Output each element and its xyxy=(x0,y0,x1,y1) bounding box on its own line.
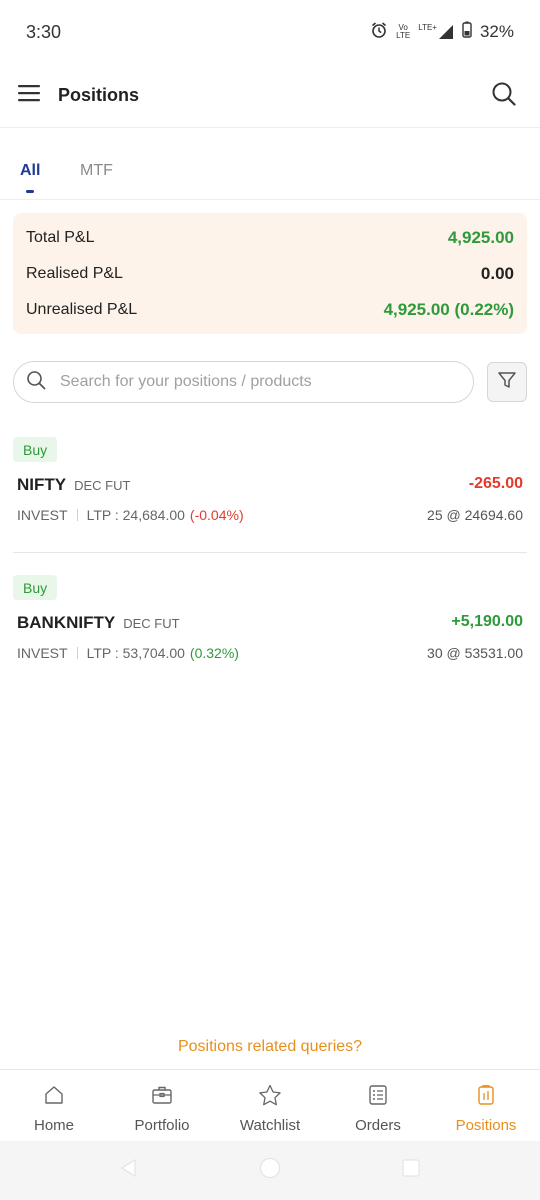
positions-icon xyxy=(475,1084,497,1111)
hamburger-icon xyxy=(17,83,41,108)
unrealised-pnl-value: 4,925.00 (0.22%) xyxy=(383,300,514,319)
nav-orders[interactable]: Orders xyxy=(324,1070,432,1142)
total-pnl-value: 4,925.00 xyxy=(447,228,514,247)
position-symbol: BANKNIFTY DEC FUT xyxy=(17,613,180,632)
position-row[interactable]: Buy NIFTY DEC FUT -265.00 INVEST LTP : 24… xyxy=(13,423,527,553)
position-change: (-0.04%) xyxy=(189,507,244,523)
nav-home-label: Home xyxy=(33,1117,74,1134)
nav-orders-label: Orders xyxy=(355,1117,401,1134)
position-change: (0.32%) xyxy=(189,645,239,661)
lte-label: LTE+ xyxy=(418,23,437,32)
position-expiry: DEC FUT xyxy=(74,478,131,493)
position-ltp: LTP : 53,704.00 xyxy=(86,645,185,661)
system-nav-bar xyxy=(0,1141,540,1200)
buy-badge: Buy xyxy=(13,437,58,462)
divider xyxy=(76,647,78,659)
divider xyxy=(76,509,78,521)
position-product: INVEST xyxy=(17,645,68,661)
positions-search-box xyxy=(13,361,474,403)
filter-icon xyxy=(497,370,517,395)
buy-badge: Buy xyxy=(13,575,58,600)
battery-icon xyxy=(462,21,472,43)
position-pnl: +5,190.00 xyxy=(451,613,523,630)
status-icons: Vo LTE LTE+ 32% xyxy=(370,21,514,44)
position-meta: INVEST LTP : 24,684.00 (-0.04%) xyxy=(17,507,244,523)
nav-watchlist-label: Watchlist xyxy=(239,1117,301,1134)
position-expiry: DEC FUT xyxy=(123,616,180,631)
briefcase-icon xyxy=(151,1084,173,1111)
position-row[interactable]: Buy BANKNIFTY DEC FUT +5,190.00 INVEST LT… xyxy=(13,561,527,691)
home-icon xyxy=(43,1084,65,1111)
position-symbol: NIFTY DEC FUT xyxy=(17,475,131,494)
positions-search-input[interactable] xyxy=(60,373,440,391)
nav-positions-label: Positions xyxy=(455,1117,517,1134)
search-icon xyxy=(26,370,46,395)
position-pnl: -265.00 xyxy=(468,475,523,492)
signal-icon: LTE+ xyxy=(418,24,454,40)
realised-pnl-label: Realised P&L xyxy=(26,265,123,282)
status-bar: 3:30 Vo LTE LTE+ 32% xyxy=(0,0,540,64)
nav-portfolio-label: Portfolio xyxy=(134,1117,190,1134)
recents-icon[interactable] xyxy=(401,1158,421,1183)
orders-icon xyxy=(367,1084,389,1111)
menu-button[interactable] xyxy=(0,64,58,128)
tab-mtf[interactable]: MTF xyxy=(80,162,113,180)
unrealised-pnl-row: Unrealised P&L 4,925.00 (0.22%) xyxy=(26,298,514,322)
volte-indicator: Vo LTE xyxy=(396,23,411,40)
realised-pnl-value: 0.00 xyxy=(480,264,514,283)
bottom-nav: Home Portfolio Watchlist Orders Position… xyxy=(0,1069,540,1141)
position-product: INVEST xyxy=(17,507,68,523)
position-ltp: LTP : 24,684.00 xyxy=(86,507,185,523)
search-icon xyxy=(491,81,517,112)
alarm-icon xyxy=(370,21,388,44)
star-icon xyxy=(258,1084,282,1111)
back-icon[interactable] xyxy=(119,1158,139,1183)
tab-all[interactable]: All xyxy=(20,162,40,180)
unrealised-pnl-label: Unrealised P&L xyxy=(26,301,138,318)
filter-button[interactable] xyxy=(487,362,527,402)
position-qty-price: 25 @ 24694.60 xyxy=(427,507,523,523)
positions-queries-link[interactable]: Positions related queries? xyxy=(0,1038,540,1056)
nav-watchlist[interactable]: Watchlist xyxy=(216,1070,324,1142)
status-time: 3:30 xyxy=(26,21,62,42)
total-pnl-row: Total P&L 4,925.00 xyxy=(26,226,514,250)
nav-portfolio[interactable]: Portfolio xyxy=(108,1070,216,1142)
nav-home[interactable]: Home xyxy=(0,1070,108,1142)
pnl-summary-card: Total P&L 4,925.00 Realised P&L 0.00 Unr… xyxy=(13,213,527,334)
app-bar: Positions xyxy=(0,64,540,128)
home-button-icon[interactable] xyxy=(259,1157,281,1184)
active-tab-indicator xyxy=(26,190,34,193)
total-pnl-label: Total P&L xyxy=(26,229,95,246)
position-tabs: All MTF xyxy=(0,128,540,200)
search-button[interactable] xyxy=(486,78,522,114)
battery-percent: 32% xyxy=(479,22,514,41)
page-title: Positions xyxy=(58,85,140,105)
nav-positions[interactable]: Positions xyxy=(432,1070,540,1142)
position-meta: INVEST LTP : 53,704.00 (0.32%) xyxy=(17,645,239,661)
realised-pnl-row: Realised P&L 0.00 xyxy=(26,262,514,286)
position-qty-price: 30 @ 53531.00 xyxy=(427,645,523,661)
